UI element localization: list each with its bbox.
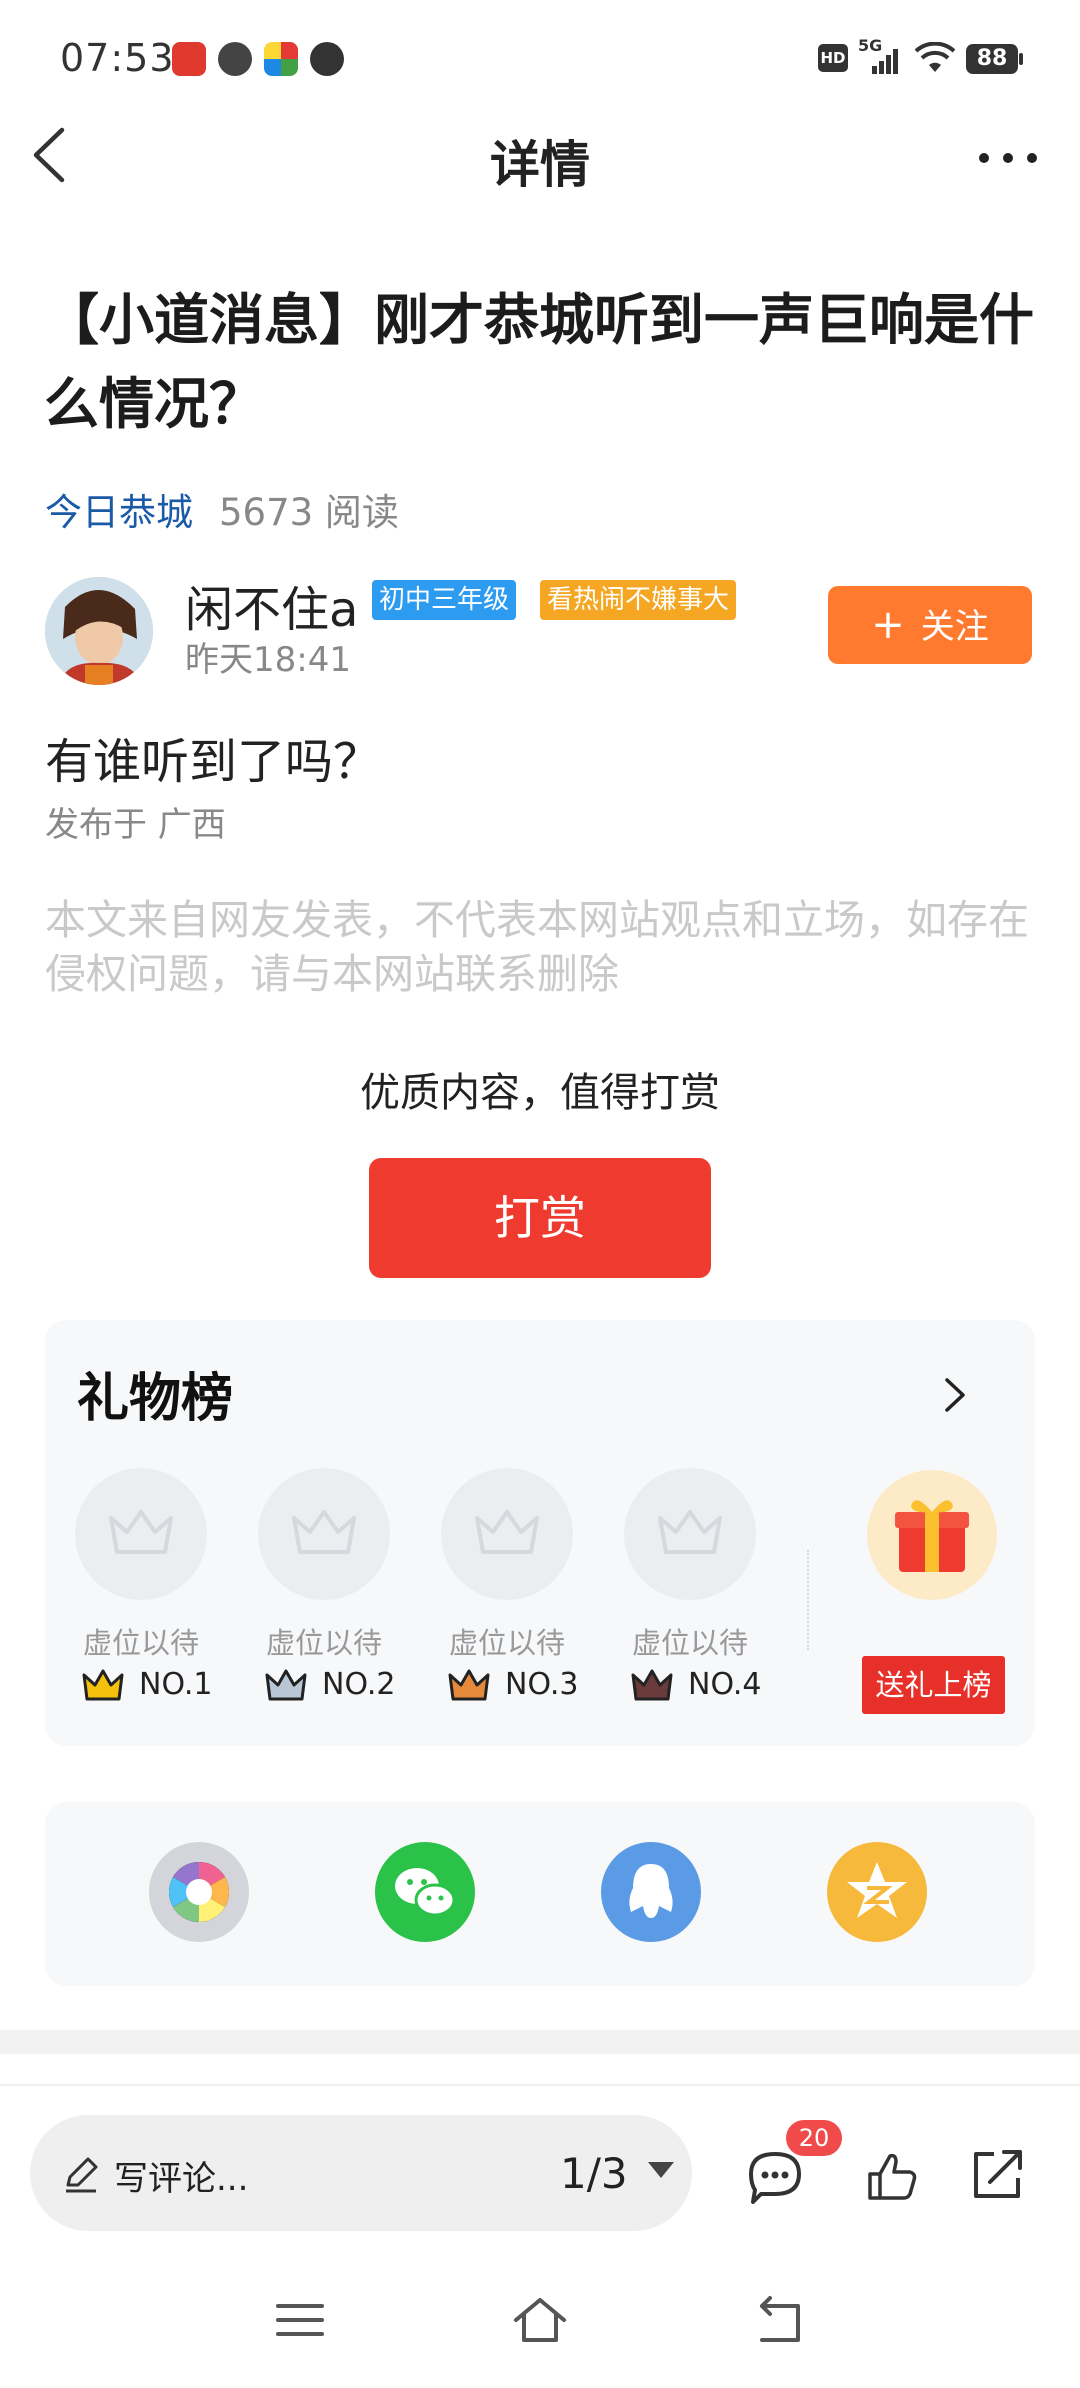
share-icon[interactable] — [968, 2144, 1028, 2204]
qzone-icon[interactable] — [827, 1842, 927, 1942]
plus-icon: + — [871, 602, 905, 648]
crown-silver-icon — [265, 1669, 307, 1701]
post-content: 有谁听到了吗？ — [45, 734, 382, 790]
disclaimer-text: 本文来自网友发表，不代表本网站观点和立场，如存在侵权问题，请与本网站联系删除 — [45, 896, 1029, 998]
crown-placeholder-icon — [109, 1510, 173, 1554]
pencil-icon — [66, 2157, 98, 2193]
gift-slot[interactable] — [258, 1468, 390, 1600]
reward-button[interactable]: 打赏 — [369, 1158, 711, 1278]
rank-label: NO.1 — [81, 1665, 241, 1709]
gift-slot[interactable] — [441, 1468, 573, 1600]
gift-slot[interactable] — [75, 1468, 207, 1600]
send-gift-button[interactable]: 送礼上榜 — [862, 1656, 1005, 1714]
rank-label: NO.3 — [447, 1665, 607, 1709]
rank-label: NO.2 — [264, 1665, 424, 1709]
comment-icon[interactable] — [745, 2148, 805, 2204]
read-count: 5673 阅读 — [219, 491, 399, 534]
reward-prompt: 优质内容，值得打赏 — [360, 1070, 720, 1116]
crown-placeholder-icon — [292, 1510, 356, 1554]
gift-box-icon[interactable] — [867, 1470, 997, 1600]
crown-bronze-icon — [448, 1669, 490, 1701]
share-panel — [45, 1802, 1035, 1986]
gift-board: 礼物榜 虚位以待 虚位以待 虚位以待 虚位以待 NO.1 NO.2 NO.3 N… — [45, 1320, 1035, 1746]
back-nav-icon[interactable] — [750, 2290, 810, 2350]
crown-dark-icon — [631, 1669, 673, 1701]
rank-label: NO.4 — [630, 1665, 790, 1709]
app-notification-icon — [264, 42, 298, 76]
post-time: 昨天18:41 — [185, 640, 351, 680]
battery-tip — [1019, 53, 1023, 65]
slot-label: 虚位以待 — [448, 1626, 565, 1660]
follow-label: 关注 — [920, 607, 989, 647]
caret-down-icon[interactable] — [648, 2162, 674, 2178]
divider — [807, 1550, 809, 1650]
qq-icon[interactable] — [601, 1842, 701, 1942]
home-icon[interactable] — [510, 2290, 570, 2350]
more-options-icon[interactable] — [975, 128, 1045, 188]
author-name[interactable]: 闲不住a — [185, 570, 358, 640]
slot-label: 虚位以待 — [82, 1626, 199, 1660]
moments-icon[interactable] — [149, 1842, 249, 1942]
comment-placeholder: 写评论... — [114, 2159, 249, 2199]
slot-label: 虚位以待 — [265, 1626, 382, 1660]
battery-level: 88 — [976, 46, 1008, 71]
status-time: 07:53 — [60, 36, 175, 80]
crown-gold-icon — [82, 1669, 124, 1701]
cellular-signal-icon: 5G — [858, 36, 898, 76]
wifi-icon — [914, 42, 956, 72]
post-location: 发布于 广西 — [45, 805, 226, 845]
follow-button[interactable]: + 关注 — [828, 586, 1032, 664]
app-notification-icon — [218, 42, 252, 76]
avatar[interactable] — [45, 577, 153, 685]
comment-input[interactable]: 写评论... 1/3 — [30, 2115, 692, 2231]
title-badge: 看热闹不嫌事大 — [540, 580, 737, 620]
gift-board-title: 礼物榜 — [77, 1369, 234, 1429]
crown-placeholder-icon — [658, 1510, 722, 1554]
menu-icon[interactable] — [270, 2290, 330, 2350]
chevron-right-icon[interactable] — [935, 1370, 975, 1420]
hd-icon: HD — [818, 44, 848, 72]
battery-icon: 88 — [966, 44, 1018, 74]
like-icon[interactable] — [864, 2148, 920, 2204]
source-link[interactable]: 今日恭城 — [45, 491, 193, 534]
app-notification-icon — [172, 42, 206, 76]
article-title: 【小道消息】刚才恭城听到一声巨响是什么情况？ — [44, 288, 1035, 436]
page-title: 详情 — [490, 136, 590, 194]
section-separator — [0, 2030, 1080, 2054]
status-bar: 07:53 HD 5G 88 — [0, 0, 1080, 110]
divider — [0, 2084, 1080, 2086]
article-meta: 今日恭城 5673 阅读 — [45, 482, 399, 536]
page-indicator[interactable]: 1/3 — [560, 2149, 628, 2198]
crown-placeholder-icon — [475, 1510, 539, 1554]
grade-badge: 初中三年级 — [372, 580, 517, 620]
wechat-icon[interactable] — [375, 1842, 475, 1942]
comment-count-badge: 20 — [786, 2120, 842, 2156]
slot-label: 虚位以待 — [631, 1626, 748, 1660]
app-notification-icon — [310, 42, 344, 76]
gift-slot[interactable] — [624, 1468, 756, 1600]
